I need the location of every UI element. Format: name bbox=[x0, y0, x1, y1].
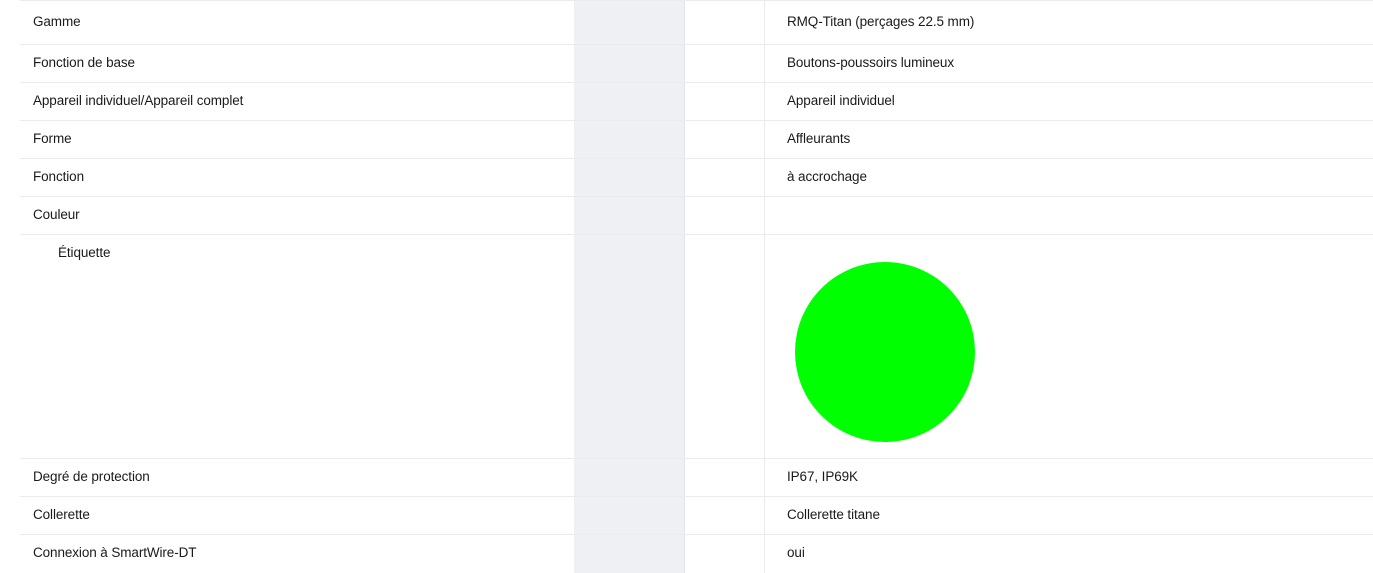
spec-value: Affleurants bbox=[787, 131, 851, 146]
spec-spacer-column bbox=[685, 1, 765, 44]
spec-value: IP67, IP69K bbox=[787, 469, 858, 484]
spec-spacer-column bbox=[685, 235, 765, 458]
spec-row-etiquette: Étiquette bbox=[20, 235, 1373, 459]
spec-divider-column bbox=[574, 83, 685, 120]
spec-label: Fonction bbox=[33, 169, 84, 184]
spec-value: Appareil individuel bbox=[787, 93, 895, 108]
spec-value: Collerette titane bbox=[787, 507, 880, 522]
spec-divider-column bbox=[574, 497, 685, 534]
spec-spacer-column bbox=[685, 459, 765, 496]
spec-divider-column bbox=[574, 459, 685, 496]
spec-divider-column bbox=[574, 535, 685, 573]
green-circle-icon bbox=[795, 262, 975, 442]
spec-spacer-column bbox=[685, 497, 765, 534]
spec-spacer-column bbox=[685, 45, 765, 82]
spec-spacer-column bbox=[685, 197, 765, 234]
spec-label: Fonction de base bbox=[33, 55, 135, 70]
spec-spacer-column bbox=[685, 159, 765, 196]
spec-value bbox=[765, 235, 1373, 458]
spec-row-degre-de-protection: Degré de protection IP67, IP69K bbox=[20, 459, 1373, 497]
spec-label: Degré de protection bbox=[33, 469, 150, 484]
spec-divider-column bbox=[574, 197, 685, 234]
spec-label: Étiquette bbox=[58, 245, 111, 260]
spec-label: Forme bbox=[33, 131, 72, 146]
spec-value: RMQ-Titan (perçages 22.5 mm) bbox=[787, 14, 975, 29]
spec-divider-column bbox=[574, 235, 685, 458]
spec-label: Gamme bbox=[33, 14, 81, 29]
spec-row-couleur: Couleur bbox=[20, 197, 1373, 235]
spec-row-appareil: Appareil individuel/Appareil complet App… bbox=[20, 83, 1373, 121]
spec-value: Boutons-poussoirs lumineux bbox=[787, 55, 954, 70]
spec-divider-column bbox=[574, 121, 685, 158]
spec-row-collerette: Collerette Collerette titane bbox=[20, 497, 1373, 535]
spec-label: Appareil individuel/Appareil complet bbox=[33, 93, 244, 108]
spec-row-gamme: Gamme RMQ-Titan (perçages 22.5 mm) bbox=[20, 0, 1373, 45]
spec-label: Connexion à SmartWire-DT bbox=[33, 545, 197, 560]
spec-spacer-column bbox=[685, 535, 765, 573]
spec-value: à accrochage bbox=[787, 169, 867, 184]
spec-spacer-column bbox=[685, 121, 765, 158]
spec-row-fonction-de-base: Fonction de base Boutons-poussoirs lumin… bbox=[20, 45, 1373, 83]
spec-row-smartwire: Connexion à SmartWire-DT oui bbox=[20, 535, 1373, 573]
spec-label: Couleur bbox=[33, 207, 80, 222]
spec-divider-column bbox=[574, 1, 685, 44]
spec-label: Collerette bbox=[33, 507, 90, 522]
spec-value: oui bbox=[787, 545, 805, 560]
spec-value bbox=[765, 197, 1373, 234]
spec-divider-column bbox=[574, 159, 685, 196]
spec-row-forme: Forme Affleurants bbox=[20, 121, 1373, 159]
spec-row-fonction: Fonction à accrochage bbox=[20, 159, 1373, 197]
specification-table: Gamme RMQ-Titan (perçages 22.5 mm) Fonct… bbox=[20, 0, 1373, 573]
spec-divider-column bbox=[574, 45, 685, 82]
spec-spacer-column bbox=[685, 83, 765, 120]
